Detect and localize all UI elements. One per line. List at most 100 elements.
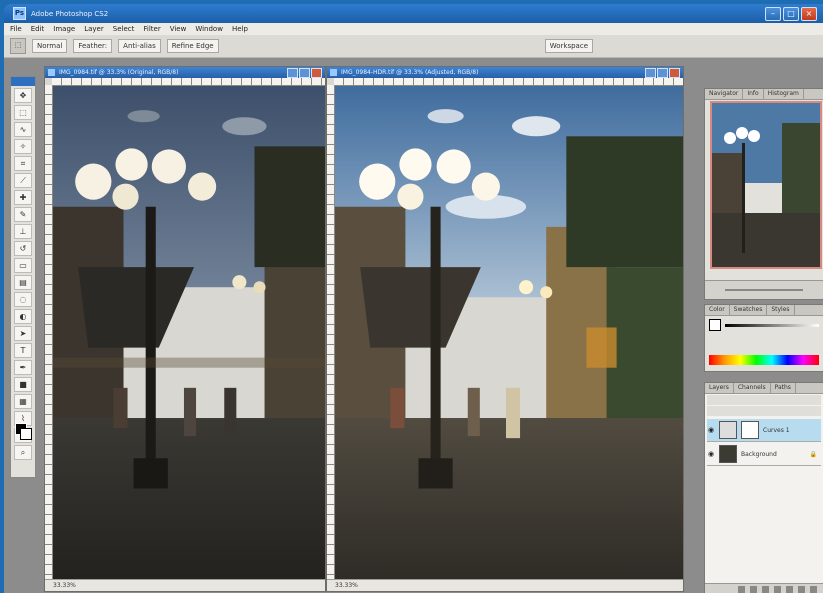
lock-icon: 🔒 <box>809 450 817 458</box>
menu-bar: File Edit Image Layer Select Filter View… <box>4 23 823 35</box>
document-status-bar: 33.33% <box>45 579 325 591</box>
document-title[interactable]: IMG_0984-HDR.tif @ 33.3% (Adjusted, RGB/… <box>327 67 683 78</box>
doc-minimize-button[interactable] <box>645 68 656 78</box>
menu-layer[interactable]: Layer <box>84 25 104 33</box>
menu-file[interactable]: File <box>10 25 22 33</box>
color-panel: Color Swatches Styles <box>704 304 823 372</box>
type-tool-icon[interactable]: T <box>14 343 32 358</box>
doc-maximize-button[interactable] <box>657 68 668 78</box>
notes-tool-icon[interactable]: ▦ <box>14 394 32 409</box>
close-button[interactable]: × <box>801 7 817 21</box>
marquee-tool-icon[interactable]: ⬚ <box>14 105 32 120</box>
photo-canvas[interactable] <box>335 86 683 579</box>
history-brush-tool-icon[interactable]: ↺ <box>14 241 32 256</box>
magic-wand-tool-icon[interactable]: ✧ <box>14 139 32 154</box>
tab-styles[interactable]: Styles <box>767 305 795 315</box>
trash-icon[interactable] <box>810 586 817 593</box>
navigator-thumbnail[interactable] <box>710 101 822 269</box>
blend-mode-row[interactable] <box>707 395 821 405</box>
style-select[interactable]: Normal <box>32 39 68 53</box>
layer-name: Background <box>741 450 777 458</box>
maximize-button[interactable]: □ <box>783 7 799 21</box>
document-status-bar: 33.33% <box>327 579 683 591</box>
tab-info[interactable]: Info <box>743 89 764 99</box>
lasso-tool-icon[interactable]: ∿ <box>14 122 32 137</box>
menu-select[interactable]: Select <box>113 25 135 33</box>
navigator-panel-tabs: Navigator Info Histogram <box>705 89 823 100</box>
tab-color[interactable]: Color <box>705 305 730 315</box>
vertical-ruler <box>45 85 53 579</box>
document-controls <box>645 68 680 78</box>
photo-canvas[interactable] <box>53 86 325 579</box>
color-spectrum-bar[interactable] <box>709 355 819 365</box>
doc-close-button[interactable] <box>311 68 322 78</box>
link-layers-icon[interactable] <box>738 586 745 593</box>
layer-row[interactable]: ◉ Background 🔒 <box>707 443 821 466</box>
new-group-icon[interactable] <box>786 586 793 593</box>
tab-histogram[interactable]: Histogram <box>764 89 804 99</box>
document-window-original[interactable]: IMG_0984.tif @ 33.3% (Original, RGB/8) 3… <box>44 66 326 592</box>
menu-view[interactable]: View <box>170 25 187 33</box>
color-panel-tabs: Color Swatches Styles <box>705 305 823 316</box>
zoom-slider[interactable] <box>725 289 803 291</box>
menu-image[interactable]: Image <box>53 25 75 33</box>
doc-close-button[interactable] <box>669 68 680 78</box>
menu-help[interactable]: Help <box>232 25 248 33</box>
eye-icon[interactable]: ◉ <box>707 450 715 458</box>
layers-footer <box>705 583 823 593</box>
minimize-button[interactable]: – <box>765 7 781 21</box>
blur-tool-icon[interactable]: ◌ <box>14 292 32 307</box>
layer-row[interactable]: ◉ Curves 1 <box>707 419 821 442</box>
layers-panel-tabs: Layers Channels Paths <box>705 383 823 394</box>
background-color-swatch[interactable] <box>20 428 32 440</box>
antialias-checkbox[interactable]: Anti-alias <box>118 39 161 53</box>
new-adjustment-icon[interactable] <box>774 586 781 593</box>
menu-filter[interactable]: Filter <box>143 25 160 33</box>
tab-channels[interactable]: Channels <box>734 383 771 393</box>
path-selection-tool-icon[interactable]: ➤ <box>14 326 32 341</box>
doc-minimize-button[interactable] <box>287 68 298 78</box>
layer-style-icon[interactable] <box>750 586 757 593</box>
menu-edit[interactable]: Edit <box>31 25 45 33</box>
layer-mask-thumbnail <box>741 421 759 439</box>
brush-tool-icon[interactable]: ✎ <box>14 207 32 222</box>
marquee-preset-icon[interactable]: ⬚ <box>10 38 26 54</box>
workspace: ✥ ⬚ ∿ ✧ ⌗ ⟋ ✚ ✎ ⊥ ↺ ▭ ▤ ◌ ◐ ➤ T ✒ ■ ▦ ⌇ … <box>4 58 823 593</box>
tab-paths[interactable]: Paths <box>771 383 796 393</box>
color-fg-swatch[interactable] <box>709 319 721 331</box>
lock-row[interactable] <box>707 406 821 416</box>
zoom-tool-icon[interactable]: ⌕ <box>14 445 32 460</box>
slice-tool-icon[interactable]: ⟋ <box>14 173 32 188</box>
crop-tool-icon[interactable]: ⌗ <box>14 156 32 171</box>
dodge-tool-icon[interactable]: ◐ <box>14 309 32 324</box>
eraser-tool-icon[interactable]: ▭ <box>14 258 32 273</box>
feather-field[interactable]: Feather: <box>73 39 113 53</box>
new-layer-icon[interactable] <box>798 586 805 593</box>
healing-brush-tool-icon[interactable]: ✚ <box>14 190 32 205</box>
options-bar: ⬚ Normal Feather: Anti-alias Refine Edge… <box>4 35 823 58</box>
document-window-adjusted[interactable]: IMG_0984-HDR.tif @ 33.3% (Adjusted, RGB/… <box>326 66 684 592</box>
vertical-ruler <box>327 85 335 579</box>
window-title: Adobe Photoshop CS2 <box>31 9 109 18</box>
workspace-button[interactable]: Workspace <box>544 39 593 53</box>
background-layer-thumbnail <box>719 445 737 463</box>
move-tool-icon[interactable]: ✥ <box>14 88 32 103</box>
pen-tool-icon[interactable]: ✒ <box>14 360 32 375</box>
refine-edge-button[interactable]: Refine Edge <box>166 39 219 53</box>
street-scene-adjusted-image <box>335 86 683 579</box>
navigator-preview-image <box>712 103 820 267</box>
tab-swatches[interactable]: Swatches <box>730 305 768 315</box>
doc-maximize-button[interactable] <box>299 68 310 78</box>
tab-navigator[interactable]: Navigator <box>705 89 744 99</box>
color-slider[interactable] <box>725 323 819 327</box>
toolbox-header[interactable] <box>11 77 35 86</box>
add-mask-icon[interactable] <box>762 586 769 593</box>
menu-window[interactable]: Window <box>195 25 223 33</box>
document-title[interactable]: IMG_0984.tif @ 33.3% (Original, RGB/8) <box>45 67 325 78</box>
eye-icon[interactable]: ◉ <box>707 426 715 434</box>
clone-stamp-tool-icon[interactable]: ⊥ <box>14 224 32 239</box>
gradient-tool-icon[interactable]: ▤ <box>14 275 32 290</box>
navigator-zoom-bar <box>705 280 823 299</box>
tab-layers[interactable]: Layers <box>705 383 734 393</box>
shape-tool-icon[interactable]: ■ <box>14 377 32 392</box>
